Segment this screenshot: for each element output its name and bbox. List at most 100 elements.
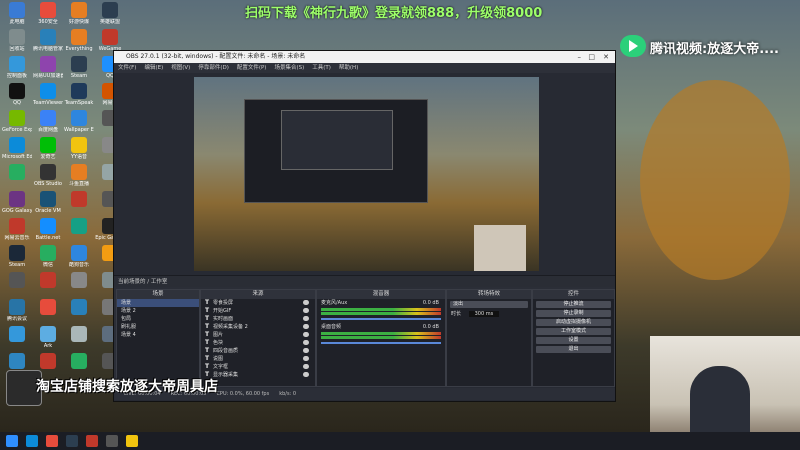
desktop-icon-label: Microsoft Edge bbox=[2, 154, 32, 160]
desktop-icon-label: 腾讯电脑管家 bbox=[33, 46, 63, 52]
tencent-video-logo-icon bbox=[620, 35, 646, 57]
app-icon bbox=[40, 83, 56, 99]
desktop-icon-label: 英雄联盟 bbox=[99, 19, 120, 25]
mixer-tracks: 麦克风/Aux 0.0 dB 桌面音频 0.0 dB bbox=[317, 299, 445, 344]
obs-title-bar[interactable]: OBS 27.0.1 (32-bit, windows) - 配置文件: 未命名… bbox=[114, 51, 615, 63]
transition-select[interactable]: 淡出 bbox=[450, 301, 528, 308]
control-button[interactable]: 退出 bbox=[536, 346, 611, 353]
volume-meter bbox=[321, 336, 441, 339]
desktop-icon-label: Everything bbox=[65, 46, 93, 52]
text-source-icon: T bbox=[205, 315, 210, 322]
volume-meter bbox=[321, 308, 441, 311]
scenes-list: 场景 场景 2 包局 刷礼服 场景 4 bbox=[117, 299, 199, 339]
app-icon bbox=[9, 353, 25, 369]
visibility-eye-icon[interactable] bbox=[303, 332, 309, 337]
desktop-icon-label: Oracle VM bbox=[35, 208, 61, 214]
obs-window[interactable]: OBS 27.0.1 (32-bit, windows) - 配置文件: 未命名… bbox=[113, 50, 616, 402]
desktop-icon-label: GeForce Experience bbox=[2, 127, 32, 133]
visibility-eye-icon[interactable] bbox=[303, 316, 309, 321]
desktop-icon-label: Steam bbox=[70, 73, 88, 79]
app-icon[interactable] bbox=[126, 435, 138, 447]
track-level: 0.0 dB bbox=[422, 324, 439, 330]
sources-dock: 来源 T 零食投屏 T 开始GIF T 实时画面 T 视频采集设备 2 T 图片 T 色块 T 四段音画质… bbox=[200, 289, 316, 387]
source-label: 色块 bbox=[213, 340, 224, 346]
scene-item[interactable]: 场景 4 bbox=[117, 331, 199, 339]
app-icon bbox=[9, 245, 25, 261]
menu-item[interactable]: 文件(F) bbox=[118, 65, 136, 71]
source-item[interactable]: T 色块 bbox=[201, 339, 315, 347]
menu-item[interactable]: 配置文件(P) bbox=[237, 65, 267, 71]
control-button[interactable]: 启动虚拟摄像机 bbox=[536, 319, 611, 326]
obs-menu-bar: 文件(F) 编辑(E) 视图(V) 停靠部件(D) 配置文件(P) 场景集合(S) 工具(T… bbox=[114, 63, 615, 73]
minimize-icon[interactable]: – bbox=[578, 51, 582, 63]
volume-slider[interactable] bbox=[321, 318, 441, 320]
close-icon[interactable]: ✕ bbox=[603, 51, 609, 63]
source-item[interactable]: T 文字框 bbox=[201, 363, 315, 371]
source-label: 四段音画质 bbox=[213, 348, 239, 354]
desktop-icon-label: Steam bbox=[8, 262, 26, 268]
desktop-icon-label: 网易UU加速器 bbox=[33, 73, 63, 79]
desktop-icon-label: YY语音 bbox=[70, 154, 88, 160]
source-item[interactable]: T 零食投屏 bbox=[201, 299, 315, 307]
control-button[interactable]: 停止录制 bbox=[536, 310, 611, 317]
visibility-eye-icon[interactable] bbox=[303, 300, 309, 305]
source-item[interactable]: T 显示器采集 bbox=[201, 371, 315, 379]
visibility-eye-icon[interactable] bbox=[303, 340, 309, 345]
control-button[interactable]: 工作室模式 bbox=[536, 328, 611, 335]
visibility-eye-icon[interactable] bbox=[303, 348, 309, 353]
desktop-icon-label: TeamSpeak bbox=[64, 100, 94, 106]
duration-input[interactable]: 300 ms bbox=[468, 311, 500, 317]
scene-item[interactable]: 场景 bbox=[117, 299, 199, 307]
volume-meter bbox=[321, 312, 441, 315]
duration-label: 时长 bbox=[451, 311, 462, 317]
visibility-eye-icon[interactable] bbox=[303, 372, 309, 377]
visibility-eye-icon[interactable] bbox=[303, 364, 309, 369]
transitions-dock-title: 转场特效 bbox=[447, 290, 531, 299]
visibility-eye-icon[interactable] bbox=[303, 324, 309, 329]
steam-icon[interactable] bbox=[66, 435, 78, 447]
app-icon bbox=[9, 218, 25, 234]
app-icon bbox=[71, 83, 87, 99]
app-icon[interactable] bbox=[46, 435, 58, 447]
scene-item[interactable]: 包局 bbox=[117, 315, 199, 323]
desktop-icon-label: 控制面板 bbox=[6, 73, 27, 79]
controls-dock: 控件 停止推流 停止录制 启动虚拟摄像机 工作室模式 设置 退出 bbox=[532, 289, 615, 387]
text-source-icon: T bbox=[205, 355, 210, 362]
start-icon[interactable] bbox=[6, 435, 18, 447]
source-item[interactable]: T 四段音画质 bbox=[201, 347, 315, 355]
source-item[interactable]: T 图片 bbox=[201, 331, 315, 339]
scene-item[interactable]: 场景 2 bbox=[117, 307, 199, 315]
shop-promo-text: 淘宝店铺搜索放逐大帝周具店 bbox=[36, 379, 218, 395]
app-icon[interactable] bbox=[86, 435, 98, 447]
app-icon bbox=[9, 164, 25, 180]
desktop-icon-label: 好游快爆 bbox=[68, 19, 89, 25]
menu-item[interactable]: 帮助(H) bbox=[339, 65, 358, 71]
menu-item[interactable]: 视图(V) bbox=[171, 65, 190, 71]
obs-preview[interactable] bbox=[194, 77, 539, 271]
scene-item[interactable]: 刷礼服 bbox=[117, 323, 199, 331]
obs-icon[interactable] bbox=[106, 435, 118, 447]
edge-icon[interactable] bbox=[26, 435, 38, 447]
source-item[interactable]: T 实时画面 bbox=[201, 315, 315, 323]
menu-item[interactable]: 编辑(E) bbox=[144, 65, 163, 71]
app-icon bbox=[40, 353, 56, 369]
menu-item[interactable]: 场景集合(S) bbox=[274, 65, 304, 71]
source-item[interactable]: T 视频采集设备 2 bbox=[201, 323, 315, 331]
app-icon bbox=[71, 110, 87, 126]
control-button[interactable]: 设置 bbox=[536, 337, 611, 344]
app-icon bbox=[9, 272, 25, 288]
source-item[interactable]: T 开始GIF bbox=[201, 307, 315, 315]
maximize-icon[interactable]: □ bbox=[588, 51, 595, 63]
desktop-icon-label: Wallpaper Engine bbox=[64, 127, 94, 133]
app-icon bbox=[9, 326, 25, 342]
visibility-eye-icon[interactable] bbox=[303, 308, 309, 313]
volume-slider[interactable] bbox=[321, 342, 441, 344]
desktop-icon-label: QQ bbox=[13, 100, 21, 106]
menu-item[interactable]: 工具(T) bbox=[312, 65, 331, 71]
transition-duration-row: 时长 300 ms bbox=[447, 310, 531, 318]
menu-item[interactable]: 停靠部件(D) bbox=[198, 65, 229, 71]
sources-list: T 零食投屏 T 开始GIF T 实时画面 T 视频采集设备 2 T 图片 T 色块 T 四段音画质 T 说图… bbox=[201, 299, 315, 379]
visibility-eye-icon[interactable] bbox=[303, 356, 309, 361]
control-button[interactable]: 停止推流 bbox=[536, 301, 611, 308]
source-item[interactable]: T 说图 bbox=[201, 355, 315, 363]
